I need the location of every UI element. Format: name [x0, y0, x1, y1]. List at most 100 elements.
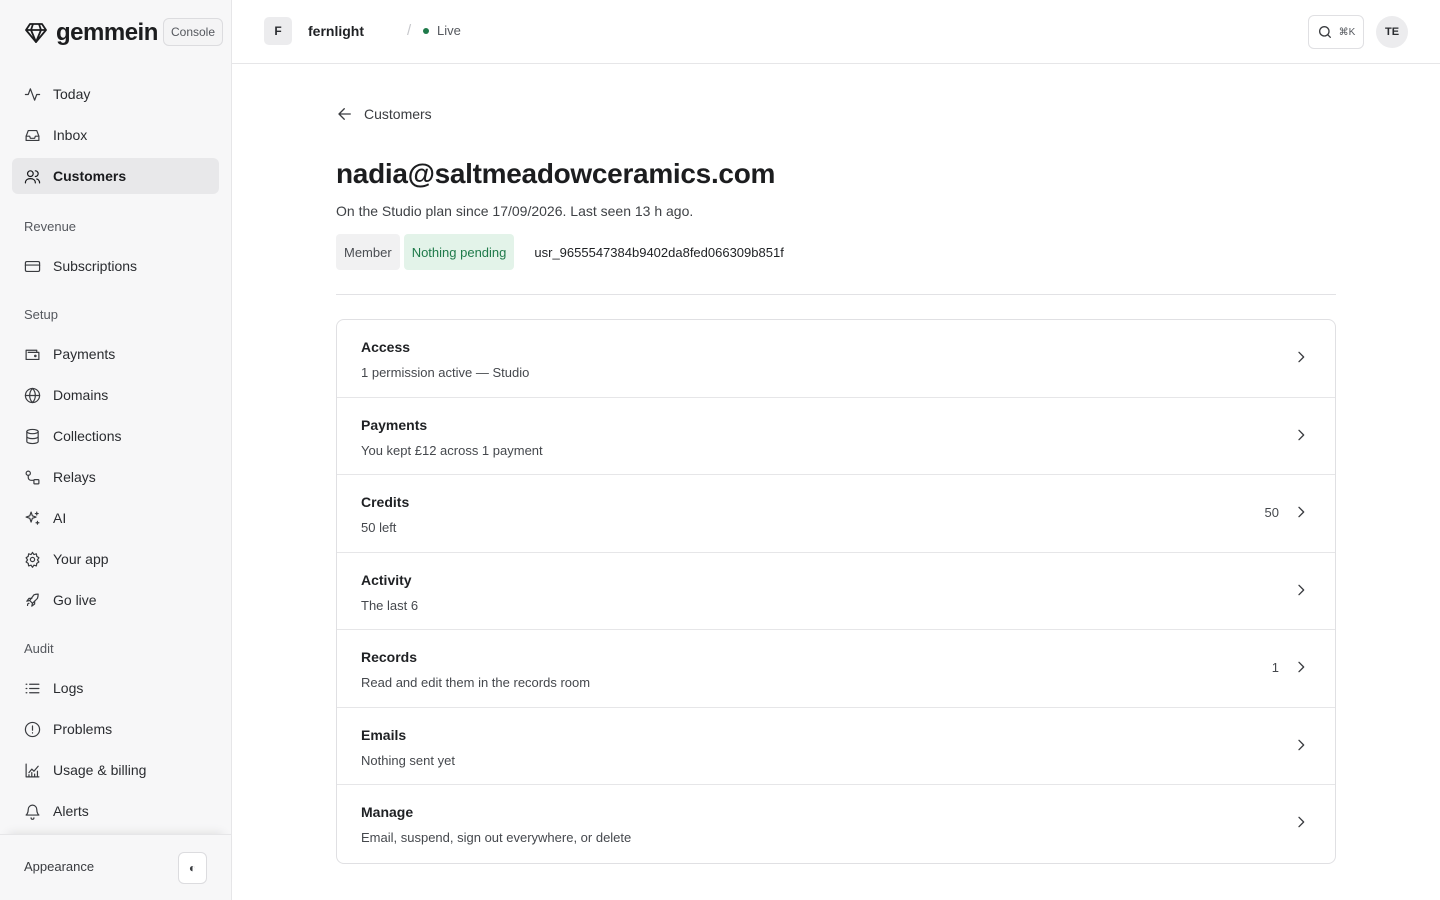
sidebar-item-label: Customers — [53, 168, 127, 184]
sidebar-item-inbox[interactable]: Inbox — [12, 117, 219, 153]
sidebar-item-domains[interactable]: Domains — [12, 377, 219, 413]
sidebar-item-alerts[interactable]: Alerts — [12, 793, 219, 829]
sidebar-item-logs[interactable]: Logs — [12, 670, 219, 706]
sidebar-item-label: Go live — [53, 592, 97, 608]
row-title: Credits — [361, 494, 410, 510]
chevron-right-icon — [1298, 739, 1305, 750]
sidebar-item-ai[interactable]: AI — [12, 500, 219, 536]
search-button[interactable]: ⌘K — [1308, 15, 1364, 49]
row-subtitle: 1 permission active — Studio — [361, 365, 530, 380]
appearance-label: Appearance — [24, 859, 95, 874]
credit-card-icon — [24, 260, 41, 272]
row-title: Access — [361, 339, 411, 355]
inbox-icon — [25, 129, 40, 141]
gear-icon — [25, 551, 40, 568]
row-title: Activity — [361, 571, 412, 588]
alert-circle-icon — [24, 721, 41, 737]
project-avatar[interactable]: F — [264, 17, 292, 45]
project-switcher[interactable]: fernlight — [308, 23, 364, 39]
brand-logo[interactable]: gemmein — [24, 18, 158, 48]
chevron-right-icon — [1298, 816, 1305, 828]
sidebar-item-problems[interactable]: Problems — [12, 711, 219, 747]
divider — [336, 294, 1336, 295]
sparkles-icon — [25, 511, 40, 525]
section-row-emails[interactable]: Emails Nothing sent yet — [337, 708, 1335, 785]
sidebar: gemmein Console Today Inbox Customers Re… — [0, 0, 232, 900]
section-row-activity[interactable]: Activity The last 6 — [337, 553, 1335, 630]
contrast-icon: ◐ — [188, 861, 197, 875]
role-badge: Member — [336, 234, 400, 270]
sidebar-item-subscriptions[interactable]: Subscriptions — [12, 248, 219, 284]
relay-icon — [25, 470, 40, 484]
bell-icon — [25, 804, 40, 820]
section-row-access[interactable]: Access 1 permission active — Studio — [337, 320, 1335, 398]
rocket-icon — [26, 593, 39, 607]
row-count: 1 — [1271, 659, 1279, 675]
sidebar-item-today[interactable]: Today — [12, 76, 219, 112]
user-id[interactable]: usr_9655547384b9402da8fed066309b851f — [534, 245, 783, 260]
row-subtitle: 50 left — [361, 520, 397, 535]
sidebar-item-relays[interactable]: Relays — [12, 459, 219, 495]
console-button[interactable]: Console — [163, 18, 223, 46]
row-subtitle: Email, suspend, sign out everywhere, or … — [361, 830, 632, 845]
theme-toggle-button[interactable]: ◐ — [178, 852, 207, 884]
row-count: 50 — [1264, 504, 1279, 520]
sidebar-item-label: Usage & billing — [53, 762, 147, 778]
sidebar-item-collections[interactable]: Collections — [12, 418, 219, 454]
sidebar-item-label: Your app — [53, 551, 109, 567]
users-icon — [24, 169, 41, 183]
chevron-right-icon — [1298, 584, 1305, 595]
sidebar-item-your-app[interactable]: Your app — [12, 541, 219, 577]
sidebar-item-label: Collections — [53, 428, 122, 444]
chart-icon — [25, 763, 40, 777]
sidebar-item-usage-billing[interactable]: Usage & billing — [12, 752, 219, 788]
globe-icon — [24, 387, 41, 403]
sidebar-item-label: Payments — [53, 346, 116, 362]
environment-switcher[interactable]: Live — [423, 23, 461, 38]
page-title: nadia@saltmeadowceramics.com — [336, 158, 776, 189]
chevron-right-icon — [1298, 351, 1305, 363]
row-subtitle: You kept £12 across 1 payment — [361, 442, 543, 458]
chevron-right-icon — [1298, 429, 1305, 440]
row-subtitle: Nothing sent yet — [361, 752, 455, 768]
section-heading-setup: Setup — [24, 306, 58, 322]
environment-label: Live — [437, 23, 461, 38]
gem-icon — [24, 21, 48, 45]
back-to-customers-link[interactable]: Customers — [336, 104, 432, 124]
row-title: Payments — [361, 416, 428, 433]
sidebar-item-label: Today — [53, 86, 91, 102]
activity-icon — [24, 87, 41, 101]
sidebar-item-label: Problems — [53, 721, 113, 737]
chevron-right-icon — [1298, 661, 1305, 673]
user-avatar[interactable]: TE — [1376, 16, 1408, 48]
sidebar-nav: Today Inbox Customers Revenue Subscripti… — [12, 76, 219, 834]
sidebar-item-label: Alerts — [53, 803, 89, 819]
section-row-manage[interactable]: Manage Email, suspend, sign out everywhe… — [337, 785, 1335, 863]
search-icon — [1318, 26, 1331, 38]
row-title: Manage — [361, 804, 414, 820]
status-badge: Nothing pending — [403, 234, 515, 270]
sidebar-item-go-live[interactable]: Go live — [12, 582, 219, 618]
live-status-dot — [423, 27, 429, 34]
sidebar-item-customers[interactable]: Customers — [12, 158, 219, 194]
sidebar-item-payments[interactable]: Payments — [12, 336, 219, 372]
breadcrumb-separator: / — [407, 22, 412, 39]
section-row-records[interactable]: Records Read and edit them in the record… — [337, 630, 1335, 708]
chevron-right-icon — [1298, 506, 1305, 518]
sidebar-item-label: Logs — [53, 680, 84, 696]
row-subtitle: Read and edit them in the records room — [361, 675, 591, 690]
sidebar-item-label: Relays — [53, 469, 96, 485]
wallet-icon — [25, 349, 40, 360]
sidebar-item-label: Inbox — [53, 127, 88, 143]
section-heading-revenue: Revenue — [24, 218, 77, 234]
section-heading-audit: Audit — [24, 640, 54, 656]
top-bar: F fernlight / Live ⌘K TE — [232, 0, 1440, 64]
sidebar-item-label: Domains — [53, 387, 109, 403]
row-title: Records — [361, 649, 418, 665]
section-row-payments[interactable]: Payments You kept £12 across 1 payment — [337, 398, 1335, 475]
brand-name: gemmein — [56, 19, 158, 46]
section-row-credits[interactable]: Credits 50 left 50 — [337, 475, 1335, 553]
customer-summary: On the Studio plan since 17/09/2026. Las… — [336, 203, 694, 219]
arrow-left-icon — [338, 108, 351, 120]
row-subtitle: The last 6 — [361, 597, 419, 613]
